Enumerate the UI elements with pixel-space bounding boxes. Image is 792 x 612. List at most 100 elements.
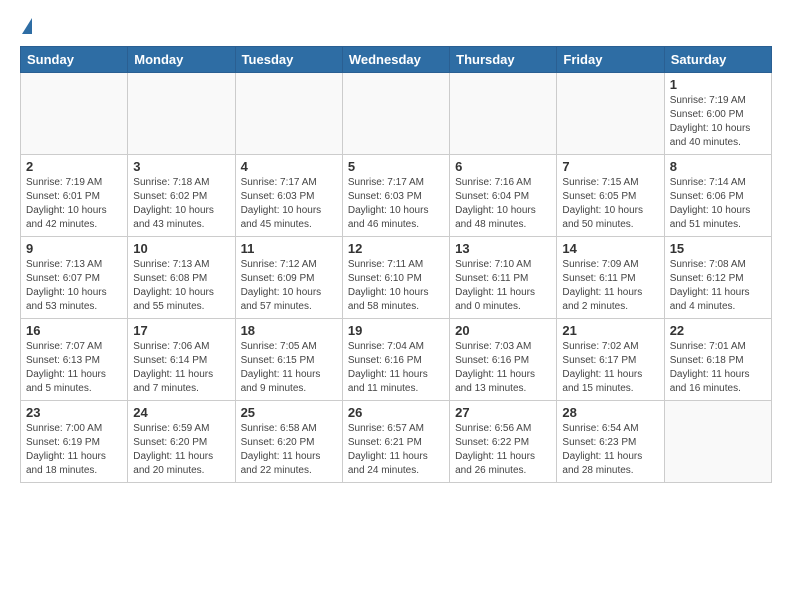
calendar: SundayMondayTuesdayWednesdayThursdayFrid… [20, 46, 772, 483]
day-info: Sunrise: 7:08 AM Sunset: 6:12 PM Dayligh… [670, 258, 766, 314]
day-info: Sunrise: 7:03 AM Sunset: 6:16 PM Dayligh… [455, 340, 551, 396]
day-info: Sunrise: 7:06 AM Sunset: 6:14 PM Dayligh… [133, 340, 229, 396]
day-number: 15 [670, 241, 766, 256]
day-cell: 21 Sunrise: 7:02 AM Sunset: 6:17 PM Dayli… [557, 319, 664, 401]
day-number: 9 [26, 241, 122, 256]
day-number: 27 [455, 405, 551, 420]
day-info: Sunrise: 7:17 AM Sunset: 6:03 PM Dayligh… [241, 176, 337, 232]
week-row-0: 1 Sunrise: 7:19 AM Sunset: 6:00 PM Daylig… [21, 73, 772, 155]
day-info: Sunrise: 7:15 AM Sunset: 6:05 PM Dayligh… [562, 176, 658, 232]
header [20, 18, 772, 34]
day-info: Sunrise: 7:09 AM Sunset: 6:11 PM Dayligh… [562, 258, 658, 314]
day-cell: 20 Sunrise: 7:03 AM Sunset: 6:16 PM Dayli… [450, 319, 557, 401]
day-info: Sunrise: 7:19 AM Sunset: 6:00 PM Dayligh… [670, 94, 766, 150]
day-number: 20 [455, 323, 551, 338]
day-cell: 23 Sunrise: 7:00 AM Sunset: 6:19 PM Dayli… [21, 401, 128, 483]
day-number: 4 [241, 159, 337, 174]
day-info: Sunrise: 6:56 AM Sunset: 6:22 PM Dayligh… [455, 422, 551, 478]
day-info: Sunrise: 6:58 AM Sunset: 6:20 PM Dayligh… [241, 422, 337, 478]
day-number: 26 [348, 405, 444, 420]
day-cell: 17 Sunrise: 7:06 AM Sunset: 6:14 PM Dayli… [128, 319, 235, 401]
day-cell: 18Sunrise: 7:05 AM Sunset: 6:15 PM Dayli… [235, 319, 342, 401]
day-cell: 12 Sunrise: 7:11 AM Sunset: 6:10 PM Dayli… [342, 237, 449, 319]
weekday-wednesday: Wednesday [342, 47, 449, 73]
day-info: Sunrise: 7:18 AM Sunset: 6:02 PM Dayligh… [133, 176, 229, 232]
day-cell: 7 Sunrise: 7:15 AM Sunset: 6:05 PM Daylig… [557, 155, 664, 237]
day-number: 22 [670, 323, 766, 338]
day-info: Sunrise: 7:16 AM Sunset: 6:04 PM Dayligh… [455, 176, 551, 232]
day-cell: 8Sunrise: 7:14 AM Sunset: 6:06 PM Daylig… [664, 155, 771, 237]
day-cell: 2 Sunrise: 7:19 AM Sunset: 6:01 PM Daylig… [21, 155, 128, 237]
weekday-thursday: Thursday [450, 47, 557, 73]
day-number: 18 [241, 323, 337, 338]
day-info: Sunrise: 7:13 AM Sunset: 6:08 PM Dayligh… [133, 258, 229, 314]
day-number: 16 [26, 323, 122, 338]
weekday-tuesday: Tuesday [235, 47, 342, 73]
day-cell: 11Sunrise: 7:12 AM Sunset: 6:09 PM Dayli… [235, 237, 342, 319]
day-number: 17 [133, 323, 229, 338]
day-info: Sunrise: 7:04 AM Sunset: 6:16 PM Dayligh… [348, 340, 444, 396]
day-number: 11 [241, 241, 337, 256]
day-cell: 15 Sunrise: 7:08 AM Sunset: 6:12 PM Dayli… [664, 237, 771, 319]
day-cell: 10 Sunrise: 7:13 AM Sunset: 6:08 PM Dayli… [128, 237, 235, 319]
day-number: 3 [133, 159, 229, 174]
day-number: 19 [348, 323, 444, 338]
day-cell: 22 Sunrise: 7:01 AM Sunset: 6:18 PM Dayli… [664, 319, 771, 401]
day-info: Sunrise: 7:13 AM Sunset: 6:07 PM Dayligh… [26, 258, 122, 314]
day-number: 7 [562, 159, 658, 174]
day-info: Sunrise: 7:10 AM Sunset: 6:11 PM Dayligh… [455, 258, 551, 314]
page: SundayMondayTuesdayWednesdayThursdayFrid… [0, 0, 792, 501]
day-number: 2 [26, 159, 122, 174]
day-cell [450, 73, 557, 155]
week-row-4: 23 Sunrise: 7:00 AM Sunset: 6:19 PM Dayli… [21, 401, 772, 483]
day-cell: 9 Sunrise: 7:13 AM Sunset: 6:07 PM Daylig… [21, 237, 128, 319]
weekday-saturday: Saturday [664, 47, 771, 73]
day-cell: 4 Sunrise: 7:17 AM Sunset: 6:03 PM Daylig… [235, 155, 342, 237]
weekday-sunday: Sunday [21, 47, 128, 73]
day-cell [664, 401, 771, 483]
week-row-3: 16 Sunrise: 7:07 AM Sunset: 6:13 PM Dayli… [21, 319, 772, 401]
day-cell: 1 Sunrise: 7:19 AM Sunset: 6:00 PM Daylig… [664, 73, 771, 155]
day-number: 12 [348, 241, 444, 256]
day-info: Sunrise: 6:54 AM Sunset: 6:23 PM Dayligh… [562, 422, 658, 478]
day-cell: 16 Sunrise: 7:07 AM Sunset: 6:13 PM Dayli… [21, 319, 128, 401]
logo-triangle-icon [22, 18, 32, 34]
day-info: Sunrise: 7:01 AM Sunset: 6:18 PM Dayligh… [670, 340, 766, 396]
day-info: Sunrise: 7:07 AM Sunset: 6:13 PM Dayligh… [26, 340, 122, 396]
day-cell: 25 Sunrise: 6:58 AM Sunset: 6:20 PM Dayli… [235, 401, 342, 483]
day-cell: 19 Sunrise: 7:04 AM Sunset: 6:16 PM Dayli… [342, 319, 449, 401]
weekday-friday: Friday [557, 47, 664, 73]
day-cell: 3 Sunrise: 7:18 AM Sunset: 6:02 PM Daylig… [128, 155, 235, 237]
day-number: 28 [562, 405, 658, 420]
day-cell: 13Sunrise: 7:10 AM Sunset: 6:11 PM Dayli… [450, 237, 557, 319]
day-info: Sunrise: 7:02 AM Sunset: 6:17 PM Dayligh… [562, 340, 658, 396]
day-info: Sunrise: 7:11 AM Sunset: 6:10 PM Dayligh… [348, 258, 444, 314]
day-number: 6 [455, 159, 551, 174]
day-cell: 26 Sunrise: 6:57 AM Sunset: 6:21 PM Dayli… [342, 401, 449, 483]
day-number: 8 [670, 159, 766, 174]
day-cell: 5 Sunrise: 7:17 AM Sunset: 6:03 PM Daylig… [342, 155, 449, 237]
day-number: 5 [348, 159, 444, 174]
weekday-monday: Monday [128, 47, 235, 73]
week-row-1: 2 Sunrise: 7:19 AM Sunset: 6:01 PM Daylig… [21, 155, 772, 237]
day-number: 1 [670, 77, 766, 92]
day-number: 25 [241, 405, 337, 420]
day-cell: 28 Sunrise: 6:54 AM Sunset: 6:23 PM Dayli… [557, 401, 664, 483]
day-number: 24 [133, 405, 229, 420]
day-info: Sunrise: 7:19 AM Sunset: 6:01 PM Dayligh… [26, 176, 122, 232]
day-number: 10 [133, 241, 229, 256]
day-cell [128, 73, 235, 155]
weekday-header-row: SundayMondayTuesdayWednesdayThursdayFrid… [21, 47, 772, 73]
day-cell [235, 73, 342, 155]
day-info: Sunrise: 7:17 AM Sunset: 6:03 PM Dayligh… [348, 176, 444, 232]
day-info: Sunrise: 6:59 AM Sunset: 6:20 PM Dayligh… [133, 422, 229, 478]
logo [20, 18, 32, 34]
day-info: Sunrise: 6:57 AM Sunset: 6:21 PM Dayligh… [348, 422, 444, 478]
day-info: Sunrise: 7:00 AM Sunset: 6:19 PM Dayligh… [26, 422, 122, 478]
week-row-2: 9 Sunrise: 7:13 AM Sunset: 6:07 PM Daylig… [21, 237, 772, 319]
day-cell: 6 Sunrise: 7:16 AM Sunset: 6:04 PM Daylig… [450, 155, 557, 237]
day-cell: 27 Sunrise: 6:56 AM Sunset: 6:22 PM Dayli… [450, 401, 557, 483]
day-number: 21 [562, 323, 658, 338]
day-number: 14 [562, 241, 658, 256]
day-number: 23 [26, 405, 122, 420]
